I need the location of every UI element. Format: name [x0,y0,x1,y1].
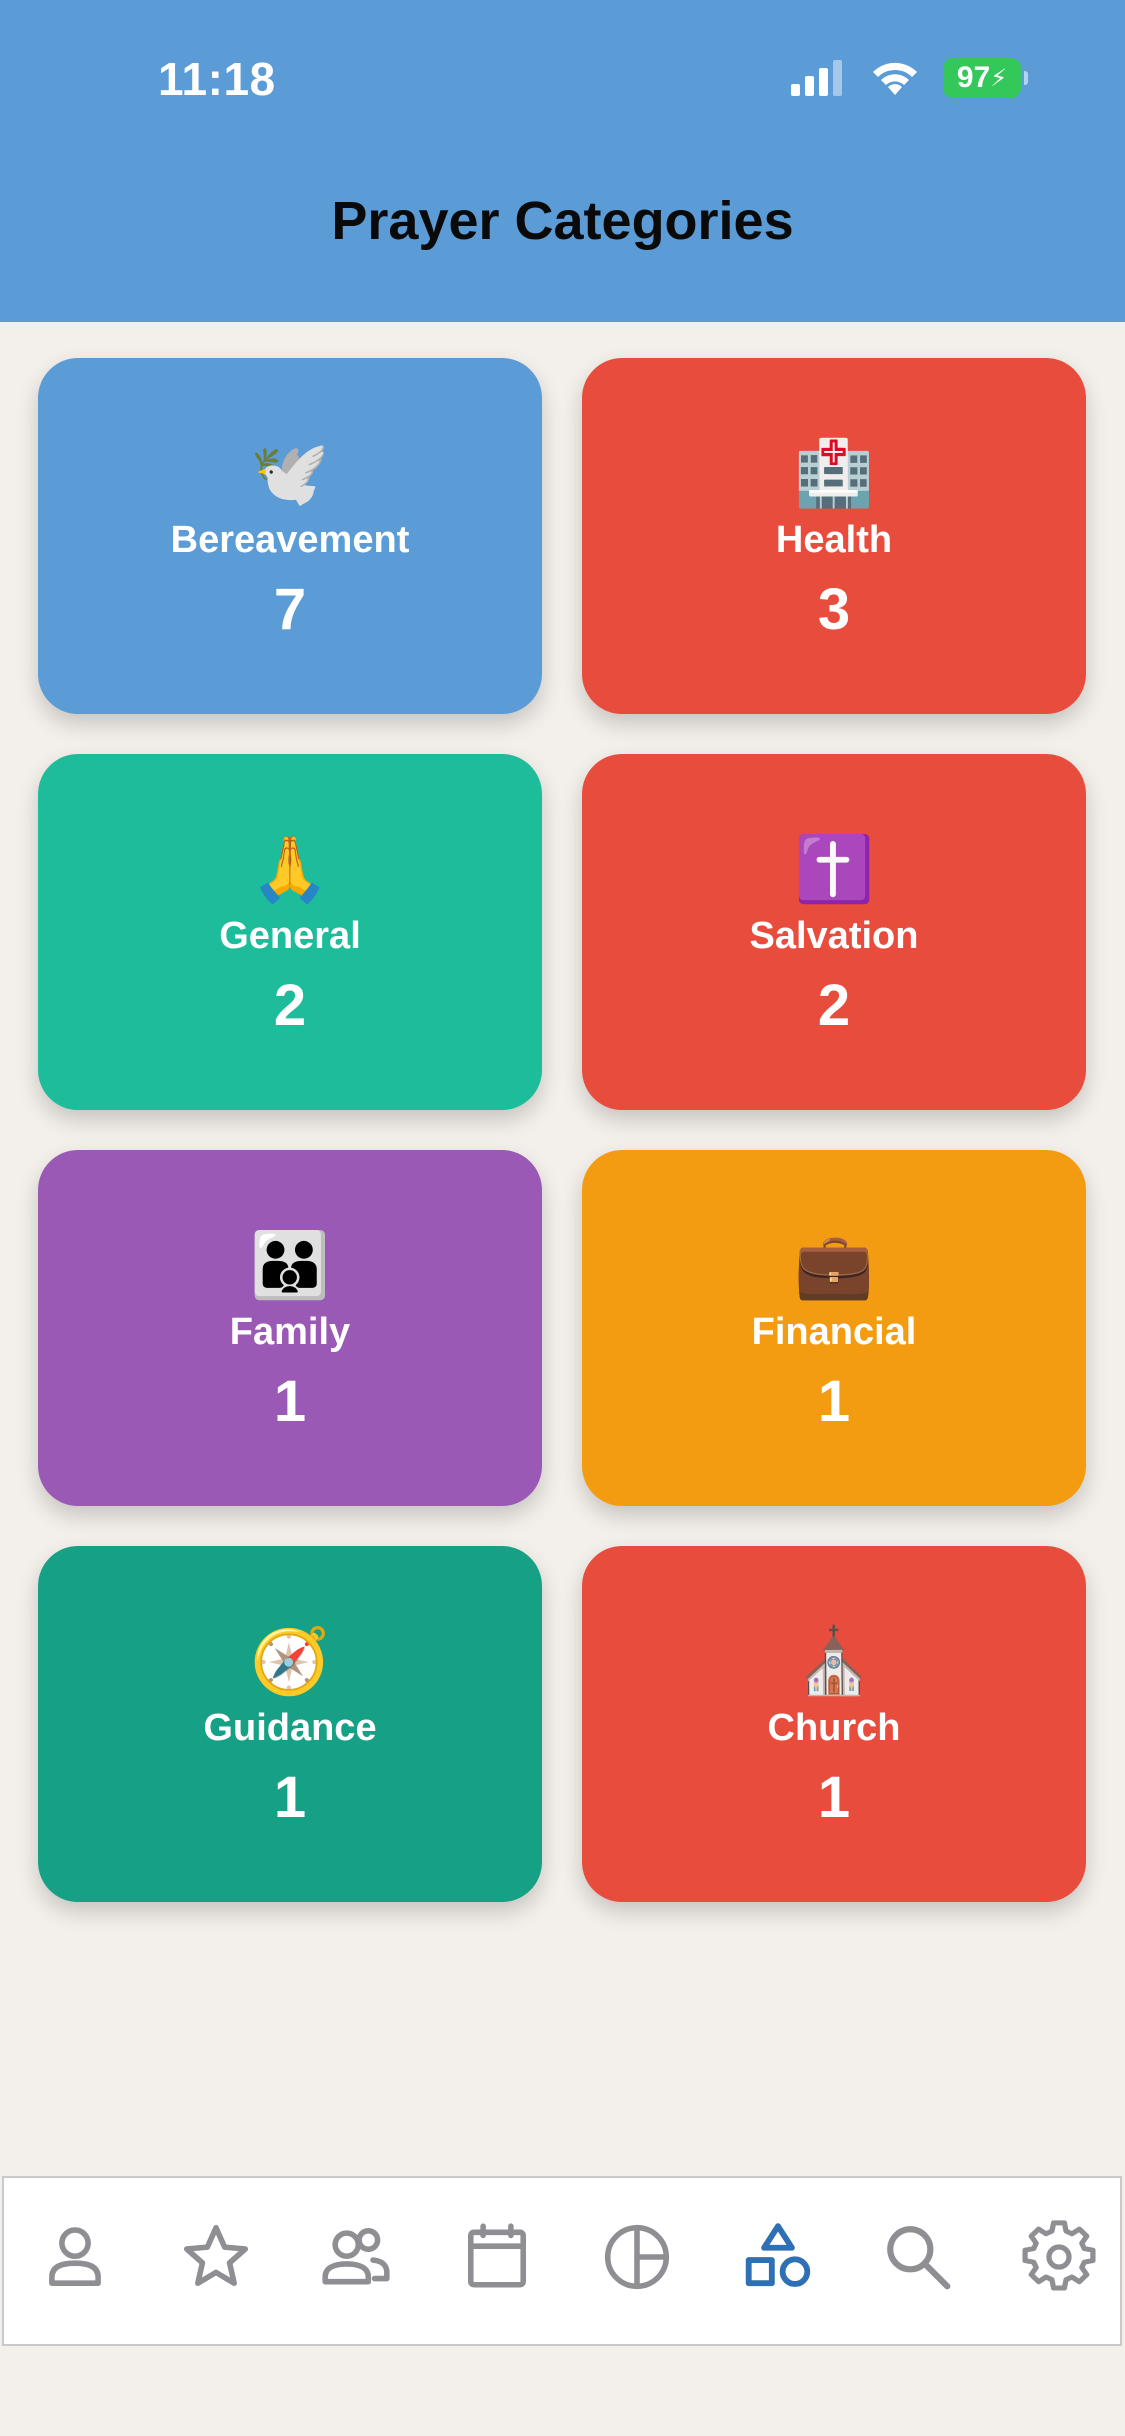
category-count: 2 [273,973,307,1038]
shapes-icon [745,2223,811,2287]
family-icon: 👪 [250,1229,330,1301]
category-count: 2 [817,973,851,1038]
category-card-health[interactable]: 🏥 Health 3 [582,358,1086,714]
category-card-financial[interactable]: 💼 Financial 1 [582,1150,1086,1506]
bottom-tab-bar [2,2176,1122,2346]
page-title: Prayer Categories [331,191,794,251]
category-count: 1 [817,1765,851,1830]
category-name: General [219,915,361,957]
dove-icon: 🕊️ [250,437,330,509]
tab-person[interactable] [34,2216,116,2298]
tab-calendar[interactable] [456,2216,538,2298]
category-count: 1 [273,1765,307,1830]
gear-icon [1022,2220,1096,2291]
pie-chart-icon [605,2224,670,2290]
category-name: Salvation [749,915,919,957]
header-bar: 11:18 97 ⚡ Prayer Categories [0,0,1125,322]
category-name: Financial [751,1311,917,1353]
group-icon [322,2228,390,2285]
status-icons: 97 ⚡ [791,58,1028,98]
category-name: Health [775,519,893,561]
category-name: Church [767,1707,901,1749]
tab-groups[interactable] [315,2216,397,2298]
star-icon [183,2224,248,2286]
tab-favorites[interactable] [175,2216,257,2298]
category-card-church[interactable]: ⛪ Church 1 [582,1546,1086,1902]
battery-indicator: 97 ⚡ [943,58,1028,98]
cross-icon: ✝️ [794,833,874,905]
category-count: 3 [817,577,851,642]
praying-hands-icon: 🙏 [250,833,330,905]
tab-statistics[interactable] [596,2216,678,2298]
status-time: 11:18 [158,53,276,105]
category-card-family[interactable]: 👪 Family 1 [38,1150,542,1506]
category-count: 7 [273,577,307,642]
calendar-icon [467,2223,526,2288]
category-count: 1 [273,1369,307,1434]
tab-search[interactable] [877,2216,959,2298]
battery-level: 97 [956,61,991,94]
wifi-icon [873,62,917,95]
category-grid: 🕊️ Bereavement 7 🏥 Health 3 🙏 General 2 … [38,358,1086,1902]
category-card-guidance[interactable]: 🧭 Guidance 1 [38,1546,542,1902]
person-icon [49,2227,101,2286]
tab-categories[interactable] [737,2216,819,2298]
hospital-icon: 🏥 [794,437,874,509]
tab-settings[interactable] [1018,2216,1100,2298]
church-icon: ⛪ [794,1625,874,1697]
briefcase-icon: 💼 [794,1229,874,1301]
search-icon [887,2226,951,2290]
category-name: Guidance [203,1707,377,1749]
category-card-bereavement[interactable]: 🕊️ Bereavement 7 [38,358,542,714]
category-card-general[interactable]: 🙏 General 2 [38,754,542,1110]
category-card-salvation[interactable]: ✝️ Salvation 2 [582,754,1086,1110]
cellular-signal-icon [791,60,842,96]
category-name: Bereavement [170,519,410,561]
compass-icon: 🧭 [250,1625,330,1697]
charging-bolt-icon: ⚡ [990,64,1008,92]
category-count: 1 [817,1369,851,1434]
category-name: Family [229,1311,351,1353]
